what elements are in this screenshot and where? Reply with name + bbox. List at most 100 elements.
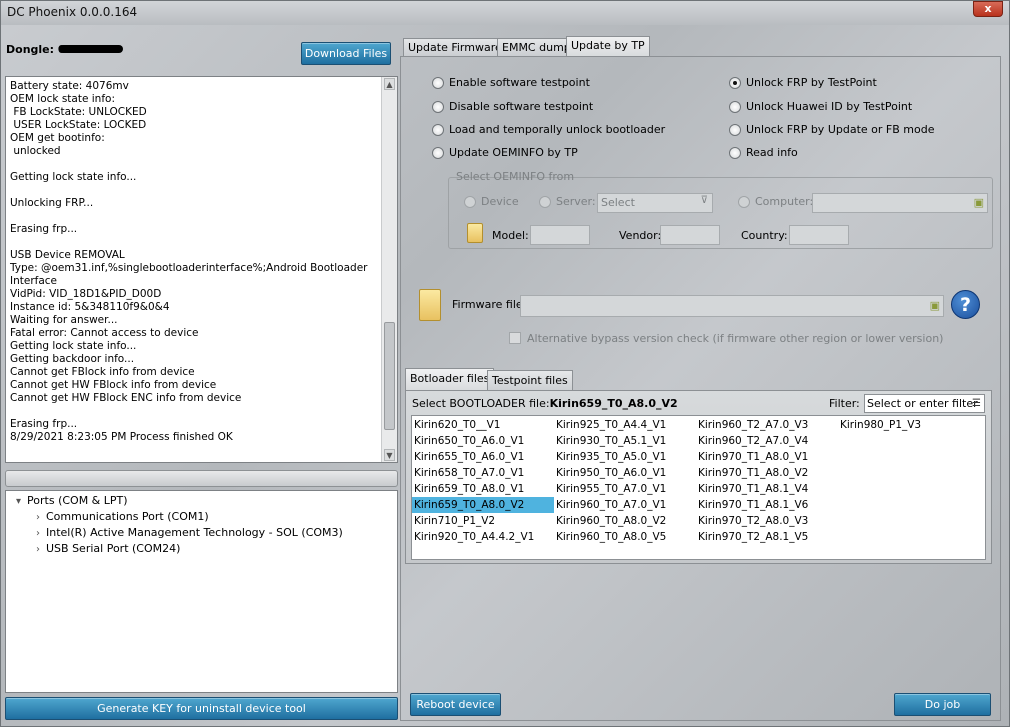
tab-update-by-tp[interactable]: Update by TP — [566, 36, 650, 57]
vendor-field[interactable] — [660, 225, 720, 245]
country-field[interactable] — [789, 225, 849, 245]
file-item[interactable]: Kirin970_T2_A8.1_V5 — [696, 529, 838, 545]
tree-item-com3[interactable]: › Intel(R) Active Management Technology -… — [36, 526, 343, 539]
option-label: Unlock FRP by Update or FB mode — [746, 123, 935, 136]
option-unlock-huawei-id[interactable]: Unlock Huawei ID by TestPoint — [729, 100, 912, 113]
help-icon[interactable]: ? — [951, 290, 980, 319]
radio-checked-icon[interactable] — [729, 76, 741, 89]
download-files-button[interactable]: Download Files — [301, 42, 391, 65]
file-item[interactable]: Kirin970_T1_A8.0_V2 — [696, 465, 838, 481]
log-output[interactable]: Battery state: 4076mv OEM lock state inf… — [5, 76, 398, 463]
server-select[interactable]: Select ⊽ — [597, 193, 713, 213]
log-scrollbar[interactable]: ▲ ▼ — [381, 77, 397, 462]
tree-item-com24[interactable]: › USB Serial Port (COM24) — [36, 542, 180, 555]
file-item[interactable]: Kirin970_T1_A8.0_V1 — [696, 449, 838, 465]
option-label: Enable software testpoint — [449, 76, 590, 89]
radio-icon[interactable] — [432, 76, 444, 89]
device-tree[interactable]: ▾ Ports (COM & LPT) › Communications Port … — [5, 490, 398, 693]
radio-icon[interactable] — [432, 146, 444, 159]
file-item[interactable]: Kirin950_T0_A6.0_V1 — [554, 465, 696, 481]
radio-icon[interactable] — [539, 195, 551, 208]
tree-root-ports[interactable]: ▾ Ports (COM & LPT) — [16, 494, 128, 507]
file-item[interactable]: Kirin659_T0_A8.0_V2 — [412, 497, 554, 513]
generate-key-button[interactable]: Generate KEY for uninstall device tool — [5, 697, 398, 720]
computer-file-field[interactable]: ▣ — [812, 193, 988, 213]
filter-placeholder: Select or enter filter — [867, 397, 978, 410]
file-item[interactable]: Kirin658_T0_A7.0_V1 — [412, 465, 554, 481]
log-text: Battery state: 4076mv OEM lock state inf… — [10, 80, 368, 443]
tab-update-firmware[interactable]: Update Firmware — [403, 38, 507, 57]
option-label: Unlock FRP by TestPoint — [746, 76, 877, 89]
file-item[interactable]: Kirin960_T2_A7.0_V3 — [696, 417, 838, 433]
browse-folder-icon[interactable]: ▣ — [930, 299, 940, 312]
tab-emmc-dump[interactable]: EMMC dump — [497, 38, 576, 57]
firmware-folder-icon[interactable] — [419, 289, 441, 321]
select-bootloader-label: Select BOOTLOADER file:Kirin659_T0_A8.0_… — [412, 397, 678, 410]
server-select-value: Select — [601, 196, 635, 209]
file-item[interactable]: Kirin960_T0_A8.0_V2 — [554, 513, 696, 529]
radio-icon[interactable] — [432, 123, 444, 136]
model-label: Model: — [492, 229, 529, 242]
file-item[interactable]: Kirin935_T0_A5.0_V1 — [554, 449, 696, 465]
file-item[interactable]: Kirin960_T2_A7.0_V4 — [696, 433, 838, 449]
app-window: DC Phoenix 0.0.0.164 x Dongle: 0 Downloa… — [0, 0, 1010, 727]
alt-bypass-label: Alternative bypass version check (if fir… — [527, 332, 944, 345]
option-enable-testpoint[interactable]: Enable software testpoint — [432, 76, 590, 89]
radio-icon[interactable] — [729, 123, 741, 136]
scroll-thumb[interactable] — [384, 322, 395, 430]
file-item[interactable]: Kirin710_P1_V2 — [412, 513, 554, 529]
option-unlock-bootloader[interactable]: Load and temporally unlock bootloader — [432, 123, 665, 136]
oeminfo-computer-option[interactable]: Computer: — [738, 195, 813, 208]
expand-chevron-icon[interactable]: › — [36, 544, 40, 555]
tab-bootloader-files[interactable]: Botloader files — [405, 368, 495, 390]
close-button[interactable]: x — [973, 1, 1003, 17]
bootloader-file-list[interactable]: Kirin620_T0__V1 Kirin650_T0_A6.0_V1 Kirin6… — [411, 415, 986, 560]
file-item[interactable]: Kirin955_T0_A7.0_V1 — [554, 481, 696, 497]
radio-icon[interactable] — [729, 100, 741, 113]
file-item[interactable]: Kirin970_T2_A8.0_V3 — [696, 513, 838, 529]
file-item[interactable]: Kirin970_T1_A8.1_V6 — [696, 497, 838, 513]
do-job-button[interactable]: Do job — [894, 693, 991, 716]
model-field[interactable] — [530, 225, 590, 245]
left-panel: Dongle: 0 Download Files Battery state: … — [3, 36, 399, 722]
file-item[interactable]: Kirin620_T0__V1 — [412, 417, 554, 433]
option-label: Computer: — [755, 195, 814, 208]
radio-icon[interactable] — [738, 195, 750, 208]
file-item[interactable]: Kirin930_T0_A5.1_V1 — [554, 433, 696, 449]
option-unlock-frp-testpoint[interactable]: Unlock FRP by TestPoint — [729, 76, 877, 89]
country-label: Country: — [741, 229, 788, 242]
file-item[interactable]: Kirin980_P1_V3 — [838, 417, 980, 433]
oeminfo-device-option[interactable]: Device — [464, 195, 519, 208]
file-item[interactable]: Kirin960_T0_A8.0_V5 — [554, 529, 696, 545]
radio-icon[interactable] — [729, 146, 741, 159]
option-unlock-frp-update[interactable]: Unlock FRP by Update or FB mode — [729, 123, 934, 136]
scroll-up-icon[interactable]: ▲ — [384, 78, 395, 90]
tree-item-com1[interactable]: › Communications Port (COM1) — [36, 510, 209, 523]
file-item[interactable]: Kirin655_T0_A6.0_V1 — [412, 449, 554, 465]
file-item[interactable]: Kirin920_T0_A4.4.2_V1 — [412, 529, 554, 545]
option-update-oeminfo[interactable]: Update OEMINFO by TP — [432, 146, 578, 159]
file-item[interactable]: Kirin960_T0_A7.0_V1 — [554, 497, 696, 513]
file-item[interactable]: Kirin650_T0_A6.0_V1 — [412, 433, 554, 449]
filter-icon[interactable]: ☰ — [972, 395, 981, 412]
browse-folder-icon[interactable]: ▣ — [974, 196, 984, 209]
folder-icon[interactable] — [467, 223, 483, 243]
reboot-device-button[interactable]: Reboot device — [410, 693, 501, 716]
oeminfo-server-option[interactable]: Server: — [539, 195, 596, 208]
option-disable-testpoint[interactable]: Disable software testpoint — [432, 100, 593, 113]
filter-select[interactable]: Select or enter filter ☰ — [864, 394, 985, 413]
tab-testpoint-files[interactable]: Testpoint files — [487, 370, 573, 390]
firmware-file-field[interactable]: ▣ — [520, 295, 944, 317]
radio-icon[interactable] — [432, 100, 444, 113]
alt-bypass-checkbox[interactable] — [509, 332, 521, 344]
tree-item-label: USB Serial Port (COM24) — [46, 542, 181, 555]
collapse-chevron-icon[interactable]: ▾ — [16, 496, 21, 507]
expand-chevron-icon[interactable]: › — [36, 528, 40, 539]
file-item[interactable]: Kirin925_T0_A4.4_V1 — [554, 417, 696, 433]
radio-icon[interactable] — [464, 195, 476, 208]
expand-chevron-icon[interactable]: › — [36, 512, 40, 523]
option-read-info[interactable]: Read info — [729, 146, 798, 159]
scroll-down-icon[interactable]: ▼ — [384, 449, 395, 461]
file-item[interactable]: Kirin659_T0_A8.0_V1 — [412, 481, 554, 497]
file-item[interactable]: Kirin970_T1_A8.1_V4 — [696, 481, 838, 497]
